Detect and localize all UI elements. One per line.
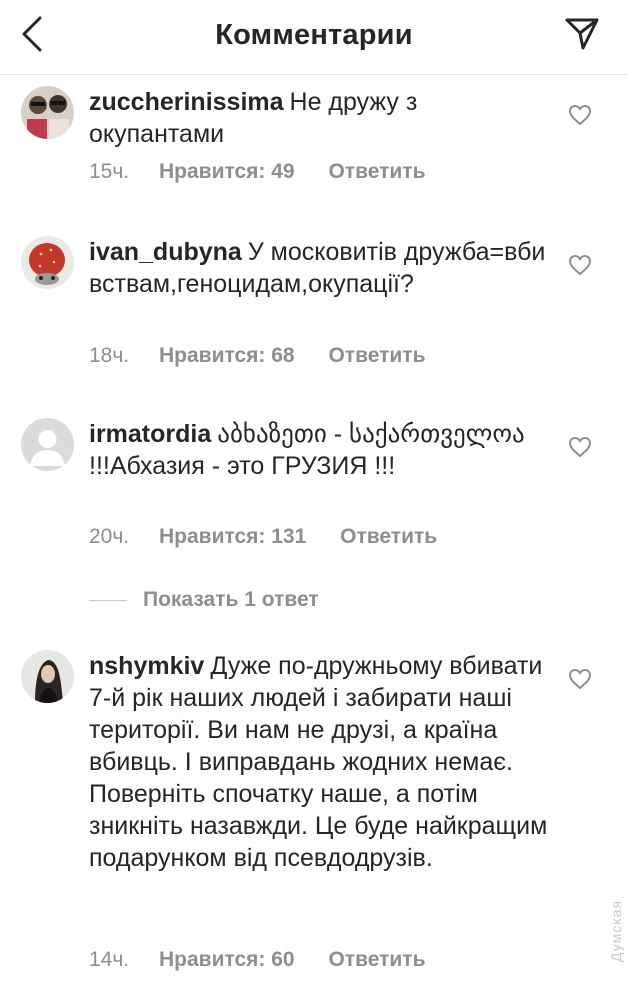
comment-meta: 14ч. Нравится: 60 Ответить: [89, 948, 426, 972]
show-replies-label: Показать 1 ответ: [143, 588, 319, 611]
heart-icon[interactable]: [568, 668, 592, 690]
comment-time: 14ч.: [89, 948, 130, 971]
comment-likes[interactable]: Нравится: 49: [159, 160, 295, 184]
show-replies-button[interactable]: Показать 1 ответ: [89, 588, 319, 611]
comment-time: 15ч.: [89, 160, 130, 183]
comment-likes[interactable]: Нравится: 131: [159, 525, 306, 549]
comment-text: Дуже по-дружньому вбивати 7-й рік наших …: [89, 652, 548, 872]
comment-username[interactable]: zuccherinissima: [89, 88, 284, 116]
avatar[interactable]: [21, 650, 74, 703]
comment-text-block: nshymkiv Дуже по-дружньому вбивати 7-й рі…: [89, 650, 549, 874]
divider: [89, 599, 127, 601]
page-title: Комментарии: [215, 19, 413, 51]
avatar[interactable]: [21, 236, 74, 289]
reply-button[interactable]: Ответить: [340, 525, 437, 549]
comment-time: 18ч.: [89, 344, 130, 367]
watermark: Думская: [608, 900, 624, 963]
comment-time: 20ч.: [89, 525, 130, 548]
heart-icon[interactable]: [568, 104, 592, 126]
heart-icon[interactable]: [568, 254, 592, 276]
comment-text-block: irmatordia აბხაზეთი - საქართველოა !!!Абха…: [89, 418, 549, 482]
comment-text-block: ivan_dubyna У московитів дружба=вбивствам…: [89, 236, 549, 300]
comment-username[interactable]: nshymkiv: [89, 652, 204, 680]
avatar[interactable]: [21, 418, 74, 471]
avatar[interactable]: [21, 86, 74, 139]
reply-button[interactable]: Ответить: [328, 948, 425, 972]
heart-icon[interactable]: [568, 436, 592, 458]
comment-likes[interactable]: Нравится: 68: [159, 344, 295, 368]
direct-share-icon[interactable]: [564, 16, 600, 52]
comments-screen: Комментарии zuccherinissima Не дружу з ок…: [0, 0, 628, 999]
header: Комментарии: [0, 0, 628, 75]
comment-username[interactable]: irmatordia: [89, 420, 211, 448]
reply-button[interactable]: Ответить: [328, 344, 425, 368]
comment-text-block: zuccherinissima Не дружу з окупантами: [89, 86, 549, 150]
comment-likes[interactable]: Нравится: 60: [159, 948, 295, 972]
comment-meta: 20ч. Нравится: 131 Ответить: [89, 525, 437, 549]
reply-button[interactable]: Ответить: [328, 160, 425, 184]
comment-username[interactable]: ivan_dubyna: [89, 238, 242, 266]
comment-meta: 18ч. Нравится: 68 Ответить: [89, 344, 426, 368]
comment-meta: 15ч. Нравится: 49 Ответить: [89, 160, 426, 184]
